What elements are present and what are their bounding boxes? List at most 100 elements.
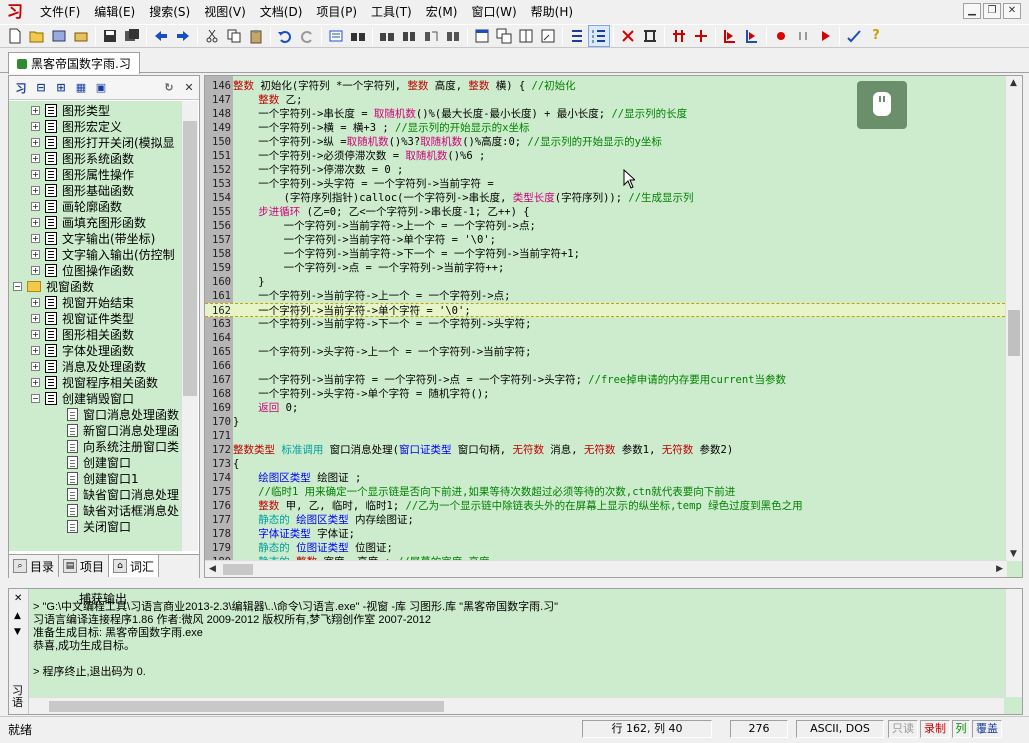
menu-document[interactable]: 文档(D): [254, 2, 309, 22]
code-lines[interactable]: 146 整数 初始化(字符列 *一个字符列, 整数 高度, 整数 横) { //初…: [205, 79, 1005, 569]
redo-icon[interactable]: [296, 25, 318, 47]
code-line[interactable]: 167 一个字符列->当前字符 = 一个字符列->点 = 一个字符列->头字符;…: [205, 373, 1005, 387]
code-line[interactable]: 179 静态的 位图证类型 位图证;: [205, 541, 1005, 555]
expand-icon[interactable]: +: [31, 137, 40, 147]
tree-item[interactable]: 新窗口消息处理函: [67, 422, 179, 438]
tree-item[interactable]: + 图形宏定义: [31, 118, 122, 134]
collapse-all-icon[interactable]: ⊟: [31, 78, 51, 98]
code-line[interactable]: 155 步进循环 (乙=0; 乙<一个字符列->串长度-1; 乙++) {: [205, 205, 1005, 219]
scroll-right-icon[interactable]: ▶: [996, 564, 1003, 574]
code-line[interactable]: 169 返回 0;: [205, 401, 1005, 415]
tree-item[interactable]: + 消息及处理函数: [31, 358, 146, 374]
code-line[interactable]: 173{: [205, 457, 1005, 471]
scroll-down-icon[interactable]: ▼: [1010, 549, 1017, 559]
tree-item[interactable]: + 字体处理函数: [31, 342, 134, 358]
play-icon[interactable]: [814, 25, 836, 47]
code-line[interactable]: 151 一个字符列->必须停滞次数 = 取随机数()%6 ;: [205, 149, 1005, 163]
tree-item[interactable]: + 图形类型: [31, 102, 110, 118]
tree-item[interactable]: − 创建销毁窗口: [31, 390, 134, 406]
expand-icon[interactable]: +: [31, 153, 40, 163]
tree-item[interactable]: + 视窗证件类型: [31, 310, 134, 326]
tile-icon[interactable]: [515, 25, 537, 47]
code-line[interactable]: 150 一个字符列->纵 =取随机数()%3?取随机数()%高度:0; //显示…: [205, 135, 1005, 149]
step-icon[interactable]: [741, 25, 763, 47]
code-line[interactable]: 158 一个字符列->当前字符->下一个 = 一个字符列->当前字符+1;: [205, 247, 1005, 261]
tab-glossary[interactable]: ⌂ 词汇: [109, 555, 160, 577]
record-icon[interactable]: [770, 25, 792, 47]
tree-item[interactable]: + 文字输入输出(仿控制: [31, 246, 175, 262]
expand-icon[interactable]: +: [31, 185, 40, 195]
tree-item[interactable]: + 图形属性操作: [31, 166, 134, 182]
tree-item[interactable]: 缺省窗口消息处理: [67, 486, 179, 502]
editor-vertical-thumb[interactable]: [1008, 310, 1020, 356]
forward-arrow-icon[interactable]: [172, 25, 194, 47]
expand-icon[interactable]: +: [31, 345, 40, 355]
tree-scrollbar-thumb[interactable]: [183, 121, 197, 396]
menu-edit[interactable]: 编辑(E): [88, 2, 141, 22]
close-button[interactable]: ✕: [1003, 3, 1021, 19]
expand-icon[interactable]: +: [31, 329, 40, 339]
code-line[interactable]: 162 一个字符列->当前字符->单个字符 = '\0';: [205, 303, 1005, 317]
close-output-icon[interactable]: ✕: [14, 593, 22, 604]
code-line[interactable]: 153 一个字符列->头字符 = 一个字符列->当前字符 =: [205, 177, 1005, 191]
code-line[interactable]: 171: [205, 429, 1005, 443]
copy-icon[interactable]: [223, 25, 245, 47]
tree-item[interactable]: 创建窗口1: [67, 470, 139, 486]
preview-icon[interactable]: [537, 25, 559, 47]
code-line[interactable]: 174 绘图区类型 绘图证 ;: [205, 471, 1005, 485]
tree-item[interactable]: 向系统注册窗口类: [67, 438, 179, 454]
back-arrow-icon[interactable]: [150, 25, 172, 47]
cascade-icon[interactable]: [493, 25, 515, 47]
tree-item[interactable]: + 位图操作函数: [31, 262, 134, 278]
refresh-icon[interactable]: ↻: [159, 78, 179, 98]
spellcheck-icon[interactable]: [843, 25, 865, 47]
tab-project[interactable]: ▤ 项目: [59, 555, 110, 577]
tree-item[interactable]: + 图形系统函数: [31, 150, 134, 166]
expand-icon[interactable]: −: [31, 393, 40, 403]
tree-item[interactable]: + 视窗开始结束: [31, 294, 134, 310]
expand-icon[interactable]: +: [31, 361, 40, 371]
code-line[interactable]: 161 一个字符列->当前字符->上一个 = 一个字符列->点;: [205, 289, 1005, 303]
find-prev-icon[interactable]: [398, 25, 420, 47]
expand-icon[interactable]: +: [31, 249, 40, 259]
delete-icon[interactable]: [617, 25, 639, 47]
help-icon[interactable]: ?: [865, 25, 887, 47]
tree-item[interactable]: + 画填充图形函数: [31, 214, 146, 230]
expand-icon[interactable]: +: [31, 105, 40, 115]
menu-file[interactable]: 文件(F): [34, 2, 86, 22]
properties-icon[interactable]: ▣: [91, 78, 111, 98]
expand-icon[interactable]: +: [31, 201, 40, 211]
tree-item[interactable]: + 图形相关函数: [31, 326, 134, 342]
window-icon[interactable]: [471, 25, 493, 47]
floating-toolbar-icon[interactable]: [857, 81, 907, 129]
expand-icon[interactable]: +: [31, 377, 40, 387]
tree-item[interactable]: + 图形打开关闭(模拟显: [31, 134, 175, 150]
code-line[interactable]: 154 (字符序列指针)calloc(一个字符列->串长度, 类型长度(字符序列…: [205, 191, 1005, 205]
menu-search[interactable]: 搜索(S): [143, 2, 196, 22]
expand-icon[interactable]: +: [31, 233, 40, 243]
tree-item[interactable]: 创建窗口: [67, 454, 131, 470]
find-in-files-icon[interactable]: [442, 25, 464, 47]
code-line[interactable]: 159 一个字符列->点 = 一个字符列->当前字符++;: [205, 261, 1005, 275]
compile-icon[interactable]: [639, 25, 661, 47]
select-all-icon[interactable]: [325, 25, 347, 47]
paste-icon[interactable]: [245, 25, 267, 47]
menu-view[interactable]: 视图(V): [198, 2, 252, 22]
tree-item[interactable]: 窗口消息处理函数: [67, 406, 179, 422]
restore-button[interactable]: ❐: [983, 3, 1001, 19]
menu-project[interactable]: 项目(P): [310, 2, 363, 22]
output-down-icon[interactable]: ▼: [14, 627, 21, 637]
cut-icon[interactable]: [201, 25, 223, 47]
menu-help[interactable]: 帮助(H): [525, 2, 579, 22]
code-line[interactable]: 172 整数类型 标准调用 窗口消息处理(窗口证类型 窗口句柄, 无符数 消息, …: [205, 443, 1005, 457]
menu-tools[interactable]: 工具(T): [365, 2, 418, 22]
collapse-icon[interactable]: −: [13, 281, 22, 291]
save-icon[interactable]: [99, 25, 121, 47]
scroll-up-icon[interactable]: ▲: [1010, 78, 1017, 88]
logo-icon[interactable]: 习: [11, 78, 31, 98]
indent-icon[interactable]: [566, 25, 588, 47]
rebuild-icon[interactable]: [690, 25, 712, 47]
editor-horizontal-thumb[interactable]: [223, 564, 253, 575]
code-editor[interactable]: 146 整数 初始化(字符列 *一个字符列, 整数 高度, 整数 横) { //初…: [204, 75, 1023, 578]
close-project-icon[interactable]: [70, 25, 92, 47]
